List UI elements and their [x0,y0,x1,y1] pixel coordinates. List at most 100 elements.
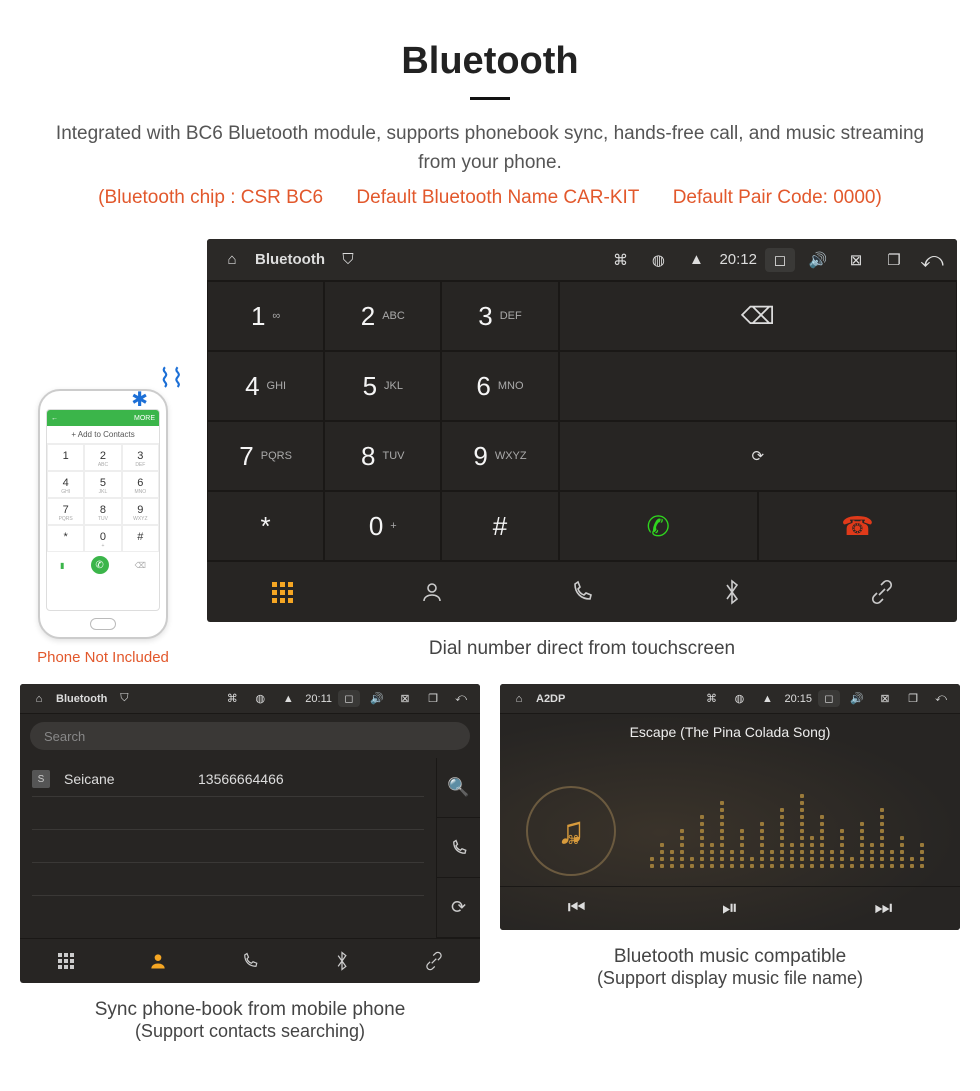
dialer-title: Bluetooth [255,251,325,268]
nav-bluetooth-button[interactable] [657,562,807,622]
contact-row[interactable]: SSeicane13566664466 [32,762,424,797]
nav-calls-button[interactable] [204,939,296,983]
refresh-button[interactable]: ⟳ [559,421,957,491]
phone-key-9: 9WXYZ [122,498,159,525]
music-title-label: A2DP [536,693,565,705]
dial-key-8[interactable]: 8TUV [324,421,441,491]
spec-chip: (Bluetooth chip : CSR BC6 [98,187,323,208]
nav-keypad-button[interactable] [207,562,357,622]
volume-icon[interactable]: 🔊 [366,692,388,705]
nav-contacts-button[interactable] [357,562,507,622]
recent-icon[interactable]: ❐ [902,692,924,705]
dialer-time: 20:12 [719,251,757,268]
phone-key-#: # [122,525,159,552]
phone-mockup: ⌇⌇ ✱ ← MORE + Add to Contacts 12ABC3DEF4… [23,389,183,666]
nav-contacts-button[interactable] [112,939,204,983]
contacts-headunit-wrap: ⌂ Bluetooth ⛉ ⌘ ◍ ▲ 20:11 ◻ 🔊 ⊠ ❐ ⤺ Sear… [20,684,480,1048]
close-icon[interactable]: ⊠ [874,692,896,705]
volume-icon[interactable]: 🔊 [846,692,868,705]
dial-key-*[interactable]: * [207,491,324,561]
music-headunit-wrap: ⌂ A2DP ⌘ ◍ ▲ 20:15 ◻ 🔊 ⊠ ❐ ⤺ Escape (The… [500,684,960,1048]
call-button[interactable]: ✆ [559,491,758,561]
phone-key-*: * [47,525,84,552]
dial-key-4[interactable]: 4GHI [207,351,324,421]
location-icon: ◍ [728,692,750,705]
camera-icon[interactable]: ◻ [338,690,360,707]
next-track-button[interactable]: ⏭ [807,887,960,930]
nav-link-button[interactable] [807,562,957,622]
home-icon[interactable]: ⌂ [508,693,530,705]
dialer-bottom-nav [207,561,957,622]
phone-key-1: 1 [47,444,84,471]
music-controls: ⏮ ⏯ ⏭ [500,886,960,930]
search-input[interactable]: Search [30,722,470,750]
phone-key-2: 2ABC [84,444,121,471]
location-icon: ◍ [643,251,673,269]
side-search-button[interactable]: 🔍 [436,758,480,818]
location-icon: ◍ [249,692,271,705]
volume-icon[interactable]: 🔊 [803,251,833,269]
back-icon[interactable]: ⤺ [930,692,952,705]
recent-icon[interactable]: ❐ [879,251,909,269]
usb-icon: ⛉ [113,692,135,705]
page-title: Bluetooth [0,40,980,83]
empty-cell [559,351,957,421]
contacts-caption-line1: Sync phone-book from mobile phone [95,999,406,1020]
home-icon[interactable]: ⌂ [217,251,247,268]
dialer-headunit: ⌂ Bluetooth ⛉ ⌘ ◍ ▲ 20:12 ◻ 🔊 ⊠ ❐ ⤺ 1∞2A… [207,239,957,666]
backspace-button[interactable]: ⌫ [559,281,957,351]
bluetooth-status-icon: ⌘ [221,692,243,705]
camera-icon[interactable]: ◻ [818,690,840,707]
recent-icon[interactable]: ❐ [422,692,444,705]
dial-key-0[interactable]: 0+ [324,491,441,561]
phone-status-bar: ← MORE [47,410,159,426]
contact-number: 13566664466 [198,771,284,787]
phone-key-3: 3DEF [122,444,159,471]
play-pause-button[interactable]: ⏯ [653,887,806,930]
phone-home-button [90,618,116,630]
close-icon[interactable]: ⊠ [841,251,871,269]
nav-keypad-button[interactable] [20,939,112,983]
phone-key-4: 4GHI [47,471,84,498]
side-call-button[interactable] [436,818,480,878]
title-underline [470,97,510,100]
dial-key-5[interactable]: 5JKL [324,351,441,421]
spec-code: Default Pair Code: 0000) [673,187,882,208]
contacts-status-bar: ⌂ Bluetooth ⛉ ⌘ ◍ ▲ 20:11 ◻ 🔊 ⊠ ❐ ⤺ [20,684,480,714]
back-icon[interactable]: ⤺ [917,247,947,273]
phone-video-icon: ▮ [60,561,64,570]
back-icon[interactable]: ⤺ [450,692,472,705]
close-icon[interactable]: ⊠ [394,692,416,705]
hangup-button[interactable]: ☎ [758,491,957,561]
contacts-time: 20:11 [305,693,332,705]
contacts-caption-line2: (Support contacts searching) [20,1021,480,1042]
dial-key-2[interactable]: 2ABC [324,281,441,351]
dialer-caption: Dial number direct from touchscreen [207,638,957,660]
home-icon[interactable]: ⌂ [28,693,50,705]
nav-calls-button[interactable] [507,562,657,622]
music-status-bar: ⌂ A2DP ⌘ ◍ ▲ 20:15 ◻ 🔊 ⊠ ❐ ⤺ [500,684,960,714]
nav-bluetooth-button[interactable] [296,939,388,983]
nav-link-button[interactable] [388,939,480,983]
bluetooth-icon: ✱ [131,387,148,412]
phone-key-5: 5JKL [84,471,121,498]
phone-call-button: ✆ [91,556,109,574]
dial-key-9[interactable]: 9WXYZ [441,421,558,491]
camera-icon[interactable]: ◻ [765,248,795,272]
music-caption-line1: Bluetooth music compatible [614,946,846,967]
page-description: Integrated with BC6 Bluetooth module, su… [0,120,980,177]
dialer-status-bar: ⌂ Bluetooth ⛉ ⌘ ◍ ▲ 20:12 ◻ 🔊 ⊠ ❐ ⤺ [207,239,957,281]
back-arrow-icon: ← [51,415,58,422]
wifi-icon: ▲ [681,251,711,268]
contact-row-empty [32,830,424,863]
dial-key-6[interactable]: 6MNO [441,351,558,421]
dial-key-1[interactable]: 1∞ [207,281,324,351]
prev-track-button[interactable]: ⏮ [500,887,653,930]
dial-key-#[interactable]: # [441,491,558,561]
contact-name: Seicane [64,771,184,787]
dial-key-3[interactable]: 3DEF [441,281,558,351]
side-refresh-button[interactable]: ⟳ [436,878,480,938]
dial-key-7[interactable]: 7PQRS [207,421,324,491]
track-name: Escape (The Pina Colada Song) [500,714,960,750]
wifi-waves-icon: ⌇⌇ [159,363,184,394]
